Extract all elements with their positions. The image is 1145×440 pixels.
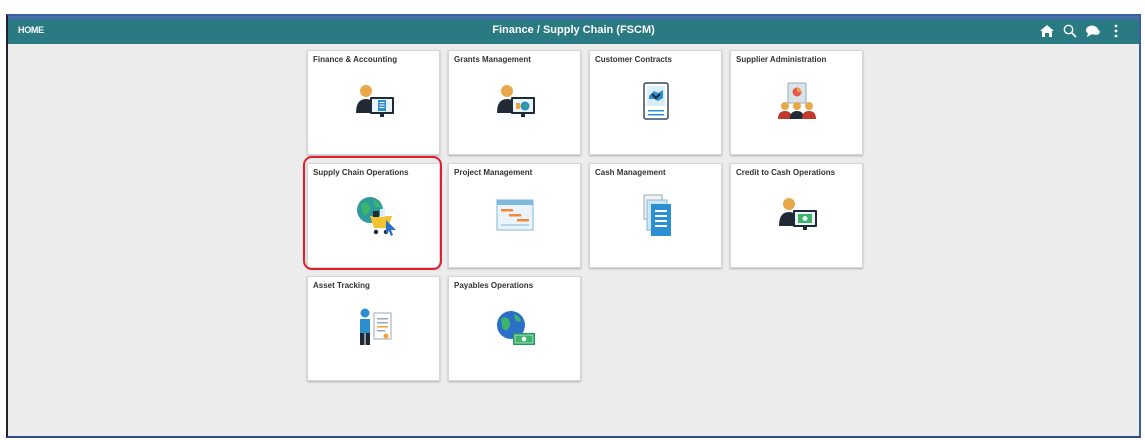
globe-money-icon bbox=[497, 311, 535, 345]
person-document-icon bbox=[360, 308, 392, 345]
tile-label: Supplier Administration bbox=[736, 55, 827, 64]
tile-grants-management[interactable]: Grants Management bbox=[448, 50, 581, 155]
supplier-group-icon bbox=[778, 82, 816, 119]
gantt-chart-icon bbox=[496, 199, 534, 231]
tile-credit-to-cash-operations[interactable]: Credit to Cash Operations bbox=[730, 163, 863, 268]
tile-label: Payables Operations bbox=[454, 281, 534, 290]
tile-cash-management[interactable]: Cash Management bbox=[589, 163, 722, 268]
tile-grid: Finance & Accounting Grants Management C… bbox=[8, 44, 1139, 436]
page-title: Finance / Supply Chain (FSCM) bbox=[492, 24, 655, 36]
tile-label: Project Management bbox=[454, 168, 533, 177]
tile-supplier-administration[interactable]: Supplier Administration bbox=[730, 50, 863, 155]
tile-label: Credit to Cash Operations bbox=[736, 168, 836, 177]
highlight-outline bbox=[303, 156, 442, 270]
document-stack-icon bbox=[643, 194, 671, 236]
menu-dots-icon[interactable] bbox=[1108, 23, 1124, 39]
tile-label: Asset Tracking bbox=[313, 281, 370, 290]
tile-project-management[interactable]: Project Management bbox=[448, 163, 581, 268]
app-window: HOME Finance / Supply Chain (FSCM) Finan… bbox=[6, 14, 1141, 438]
person-monitor-cash-icon bbox=[779, 198, 817, 230]
tile-payables-operations[interactable]: Payables Operations bbox=[448, 276, 581, 381]
chat-icon[interactable] bbox=[1085, 23, 1101, 39]
tile-asset-tracking[interactable]: Asset Tracking bbox=[307, 276, 440, 381]
top-banner: HOME Finance / Supply Chain (FSCM) bbox=[8, 16, 1139, 44]
person-monitor-document-icon bbox=[356, 85, 394, 117]
tile-label: Cash Management bbox=[595, 168, 666, 177]
search-icon[interactable] bbox=[1062, 23, 1078, 39]
tile-finance-accounting[interactable]: Finance & Accounting bbox=[307, 50, 440, 155]
person-monitor-globe-icon bbox=[497, 85, 535, 117]
home-icon[interactable] bbox=[1039, 23, 1055, 39]
tile-label: Customer Contracts bbox=[595, 55, 672, 64]
tile-customer-contracts[interactable]: Customer Contracts bbox=[589, 50, 722, 155]
tile-label: Finance & Accounting bbox=[313, 55, 398, 64]
tile-label: Grants Management bbox=[454, 55, 531, 64]
contract-handshake-icon bbox=[643, 82, 669, 120]
